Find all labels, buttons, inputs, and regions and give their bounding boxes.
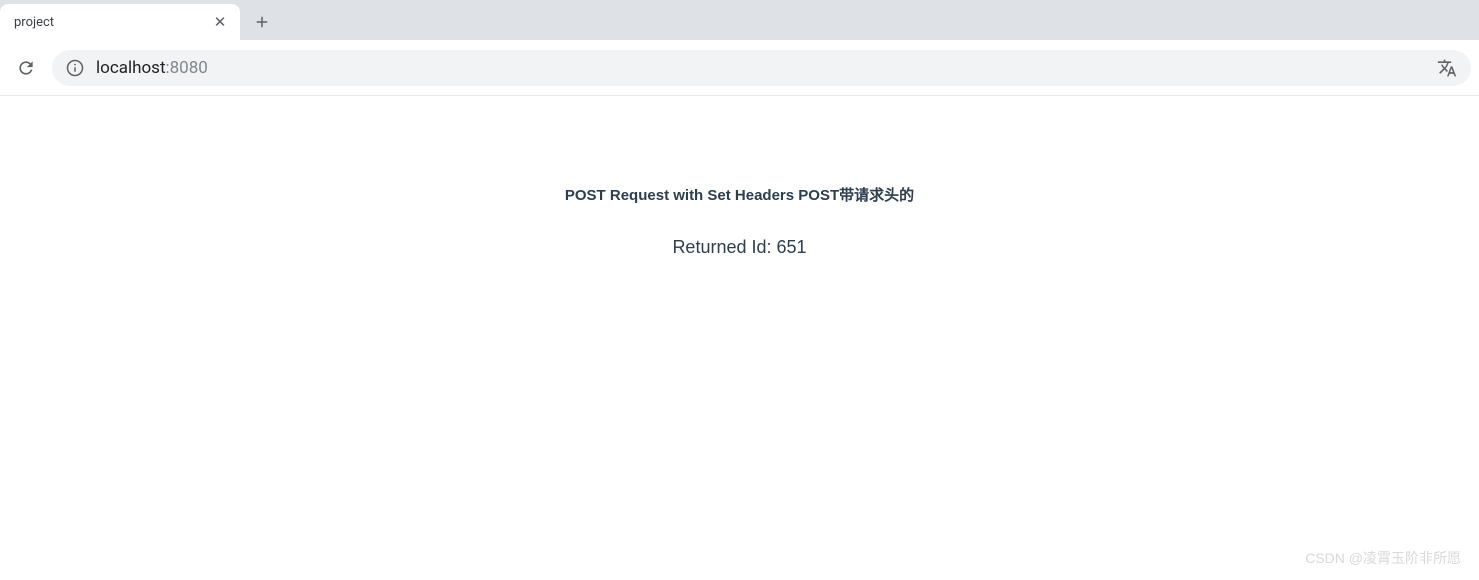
page-heading: POST Request with Set Headers POST带请求头的: [0, 184, 1479, 205]
browser-tab[interactable]: project ✕: [0, 4, 240, 40]
tab-title: project: [12, 15, 212, 30]
translate-icon[interactable]: [1437, 58, 1457, 78]
close-icon[interactable]: ✕: [212, 14, 228, 30]
reload-button[interactable]: [8, 50, 44, 86]
browser-toolbar: localhost:8080: [0, 40, 1479, 96]
watermark: CSDN @凌霄玉阶非所愿: [1305, 548, 1461, 568]
url-display: localhost:8080: [96, 58, 208, 78]
address-bar[interactable]: localhost:8080: [52, 50, 1471, 86]
tab-strip: project ✕: [0, 0, 1479, 40]
result-text: Returned Id: 651: [0, 237, 1479, 258]
site-info-icon[interactable]: [66, 59, 84, 77]
url-host: localhost: [96, 58, 166, 78]
reload-icon: [16, 58, 36, 78]
page-content: POST Request with Set Headers POST带请求头的 …: [0, 96, 1479, 258]
url-port: :8080: [166, 58, 208, 78]
plus-icon: [253, 13, 271, 31]
new-tab-button[interactable]: [248, 8, 276, 36]
